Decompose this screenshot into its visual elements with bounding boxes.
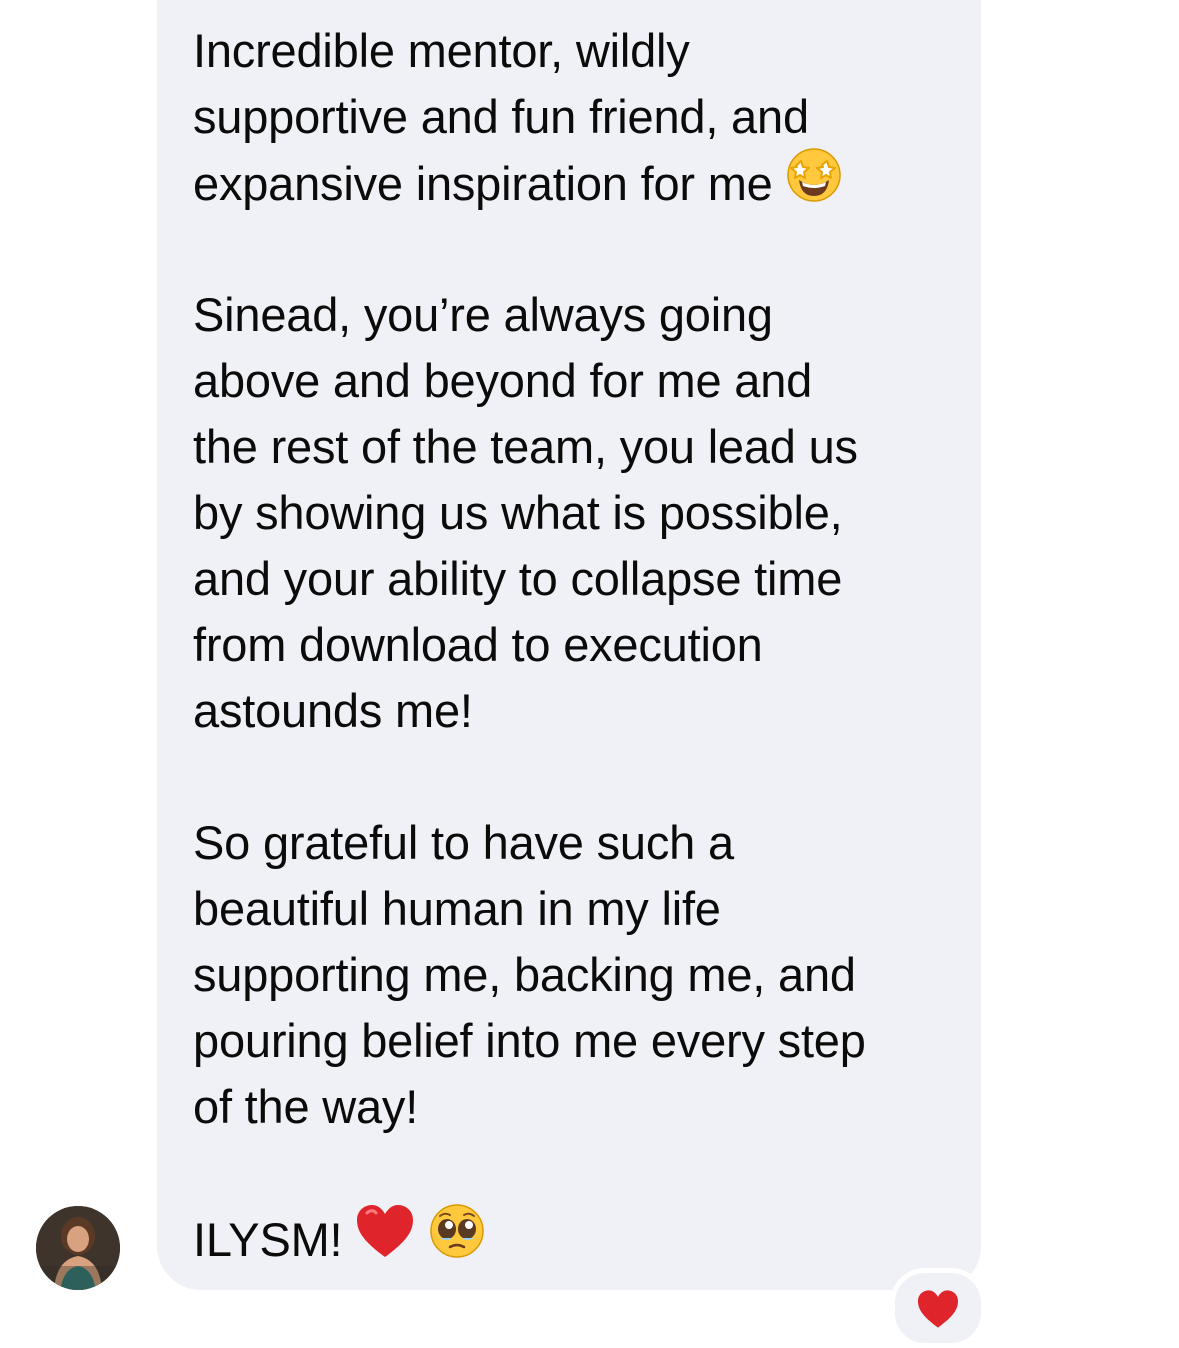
message-line: the rest of the team, you lead us: [193, 420, 858, 473]
message-line: ILYSM!: [193, 1204, 963, 1272]
red-heart-emoji: [355, 1203, 415, 1276]
message-line: beautiful human in my life: [193, 882, 721, 935]
message-line: supportive and fun friend, and: [193, 90, 809, 143]
message-line: and your ability to collapse time: [193, 552, 843, 605]
sender-avatar[interactable]: [36, 1206, 120, 1290]
message-line: astounds me!: [193, 684, 473, 737]
message-line: supporting me, backing me, and: [193, 948, 856, 1001]
message-line: above and beyond for me and: [193, 354, 813, 407]
message-line: from download to execution: [193, 618, 763, 671]
message-line-text: expansive inspiration for me: [193, 156, 773, 210]
message-text: Incredible mentor, wildly supportive and…: [193, 18, 963, 1272]
star-struck-emoji: [785, 146, 843, 221]
message-line: Incredible mentor, wildly: [193, 24, 690, 77]
closing-text: ILYSM!: [193, 1212, 343, 1266]
red-heart-icon: [918, 1290, 958, 1328]
message-line: Sinead, you’re always going: [193, 288, 773, 341]
pleading-face-emoji: [428, 1202, 486, 1277]
message-line: by showing us what is possible,: [193, 486, 843, 539]
message-line: So grateful to have such a: [193, 816, 734, 869]
reaction-badge[interactable]: [890, 1268, 986, 1348]
message-line: pouring belief into me every step: [193, 1014, 866, 1067]
profile-photo: [36, 1206, 120, 1290]
message-line: of the way!: [193, 1080, 419, 1133]
message-line: expansive inspiration for me: [193, 148, 963, 216]
